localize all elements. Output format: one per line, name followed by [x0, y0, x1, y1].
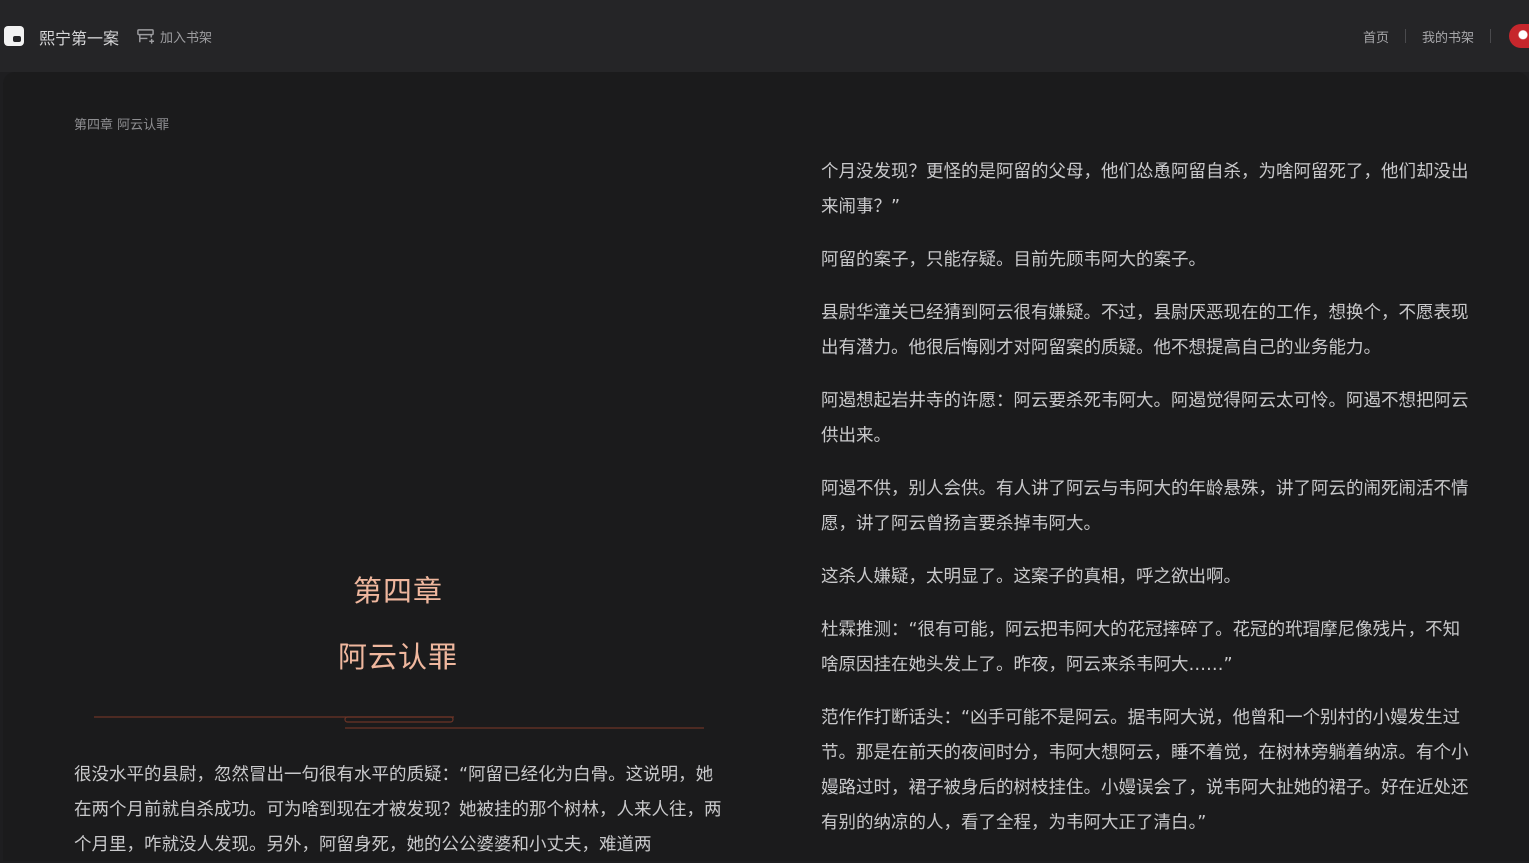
top-bar: 熙宁第一案 加入书架 首页 我的书架 [0, 0, 1529, 72]
paragraph: 阿遏不供，别人会供。有人讲了阿云与韦阿大的年龄悬殊，讲了阿云的闹死闹活不情愿，讲… [821, 479, 1469, 534]
nav-divider [1490, 29, 1491, 43]
chapter-title: 阿云认罪 [337, 640, 458, 674]
nav-my-shelf-link[interactable]: 我的书架 [1422, 27, 1474, 46]
add-to-shelf-label: 加入书架 [160, 30, 213, 46]
paragraph: 阿遏想起岩井寺的许愿：阿云要杀死韦阿大。阿遏觉得阿云太可怜。阿遏不想把阿云供出来… [821, 391, 1469, 446]
reader-area: 第四章 阿云认罪 第四章 阿云认罪 很没水平的县尉，忽然冒出一句很有水平的质疑：… [3, 72, 1529, 861]
chapter-divider-ornament [94, 716, 704, 729]
paragraph: 县尉华潼关已经猜到阿云很有嫌疑。不过，县尉厌恶现在的工作，想换个，不愿表现出有潜… [821, 303, 1469, 358]
paragraph: 杜霖推测：“很有可能，阿云把韦阿大的花冠摔碎了。花冠的玳瑁摩尼像残片，不知啥原因… [821, 620, 1461, 675]
nav-divider [1404, 29, 1406, 43]
paragraph: 这杀人嫌疑，太明显了。这案子的真相，呼之欲出啊。 [821, 567, 1241, 587]
top-nav: 首页 我的书架 [1363, 24, 1529, 48]
paragraph: 阿留的案子，只能存疑。目前先顾韦阿大的案子。 [821, 250, 1206, 270]
bookshelf-add-icon [137, 28, 155, 44]
chapter-number: 第四章 [352, 574, 443, 608]
chapter-breadcrumb: 第四章 阿云认罪 [74, 118, 170, 133]
paragraph: 范作作打断话头：“凶手可能不是阿云。据韦阿大说，他曾和一个别村的小嫚发生过节。那… [821, 708, 1469, 833]
user-avatar[interactable] [1509, 24, 1529, 48]
add-to-shelf-button[interactable]: 加入书架 [136, 26, 212, 46]
right-page-text: 个月没发现？更怪的是阿留的父母，他们怂恿阿留自杀，为啥阿留死了，他们却没出来闹事… [821, 155, 1475, 859]
book-title[interactable]: 熙宁第一案 [39, 25, 119, 49]
nav-home-link[interactable]: 首页 [1363, 27, 1389, 46]
book-logo-icon[interactable] [4, 26, 24, 46]
paragraph: 很没水平的县尉，忽然冒出一句很有水平的质疑：“阿留已经化为白骨。这说明，她在两个… [74, 765, 722, 855]
left-page-text: 很没水平的县尉，忽然冒出一句很有水平的质疑：“阿留已经化为白骨。这说明，她在两个… [74, 758, 728, 863]
paragraph: 个月没发现？更怪的是阿留的父母，他们怂恿阿留自杀，为啥阿留死了，他们却没出来闹事… [821, 162, 1469, 217]
